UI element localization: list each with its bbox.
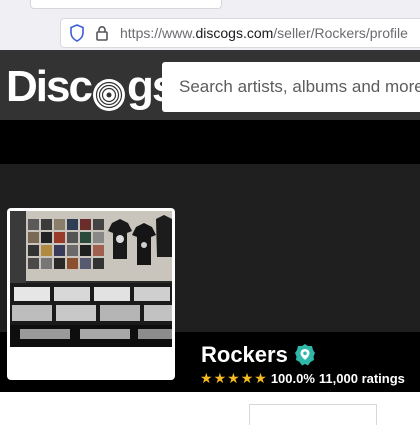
rating-percent: 100.0% — [270, 370, 315, 386]
discogs-logo[interactable]: Disc gs — [6, 62, 176, 112]
star-icon: ★ — [200, 370, 213, 386]
logo-text-left: Disc — [6, 62, 93, 111]
url-path: /seller/Rockers/profile — [273, 25, 408, 41]
shield-icon[interactable] — [67, 23, 87, 43]
nav-bar — [0, 120, 420, 164]
search-box[interactable] — [162, 61, 420, 113]
url-prefix: https://www. — [120, 25, 196, 41]
search-input[interactable] — [177, 61, 420, 113]
verified-badge-icon — [294, 343, 316, 367]
seller-avatar[interactable] — [7, 208, 175, 380]
seller-name-row: Rockers — [201, 341, 316, 369]
store-photo — [10, 211, 172, 347]
star-icon: ★ — [254, 370, 267, 386]
rating-stars: ★ ★ ★ ★ ★ — [200, 371, 268, 385]
url-text[interactable]: https://www.discogs.com/seller/Rockers/p… — [120, 25, 408, 41]
ratings-count[interactable]: 11,000 ratings — [319, 371, 405, 386]
rating-summary: 100.0% 11,000 ratings — [271, 371, 409, 386]
star-icon: ★ — [227, 370, 240, 386]
star-icon: ★ — [213, 370, 227, 386]
content-panel — [249, 404, 377, 425]
seller-rating[interactable]: ★ ★ ★ ★ ★ 100.0% 11,000 ratings — [200, 369, 409, 387]
seller-name[interactable]: Rockers — [201, 342, 288, 368]
address-bar[interactable]: https://www.discogs.com/seller/Rockers/p… — [60, 18, 420, 48]
record-icon — [92, 73, 126, 111]
browser-tab[interactable] — [30, 0, 222, 9]
url-domain: discogs.com — [195, 25, 274, 41]
lock-icon[interactable] — [92, 23, 112, 43]
star-icon: ★ — [240, 370, 254, 386]
